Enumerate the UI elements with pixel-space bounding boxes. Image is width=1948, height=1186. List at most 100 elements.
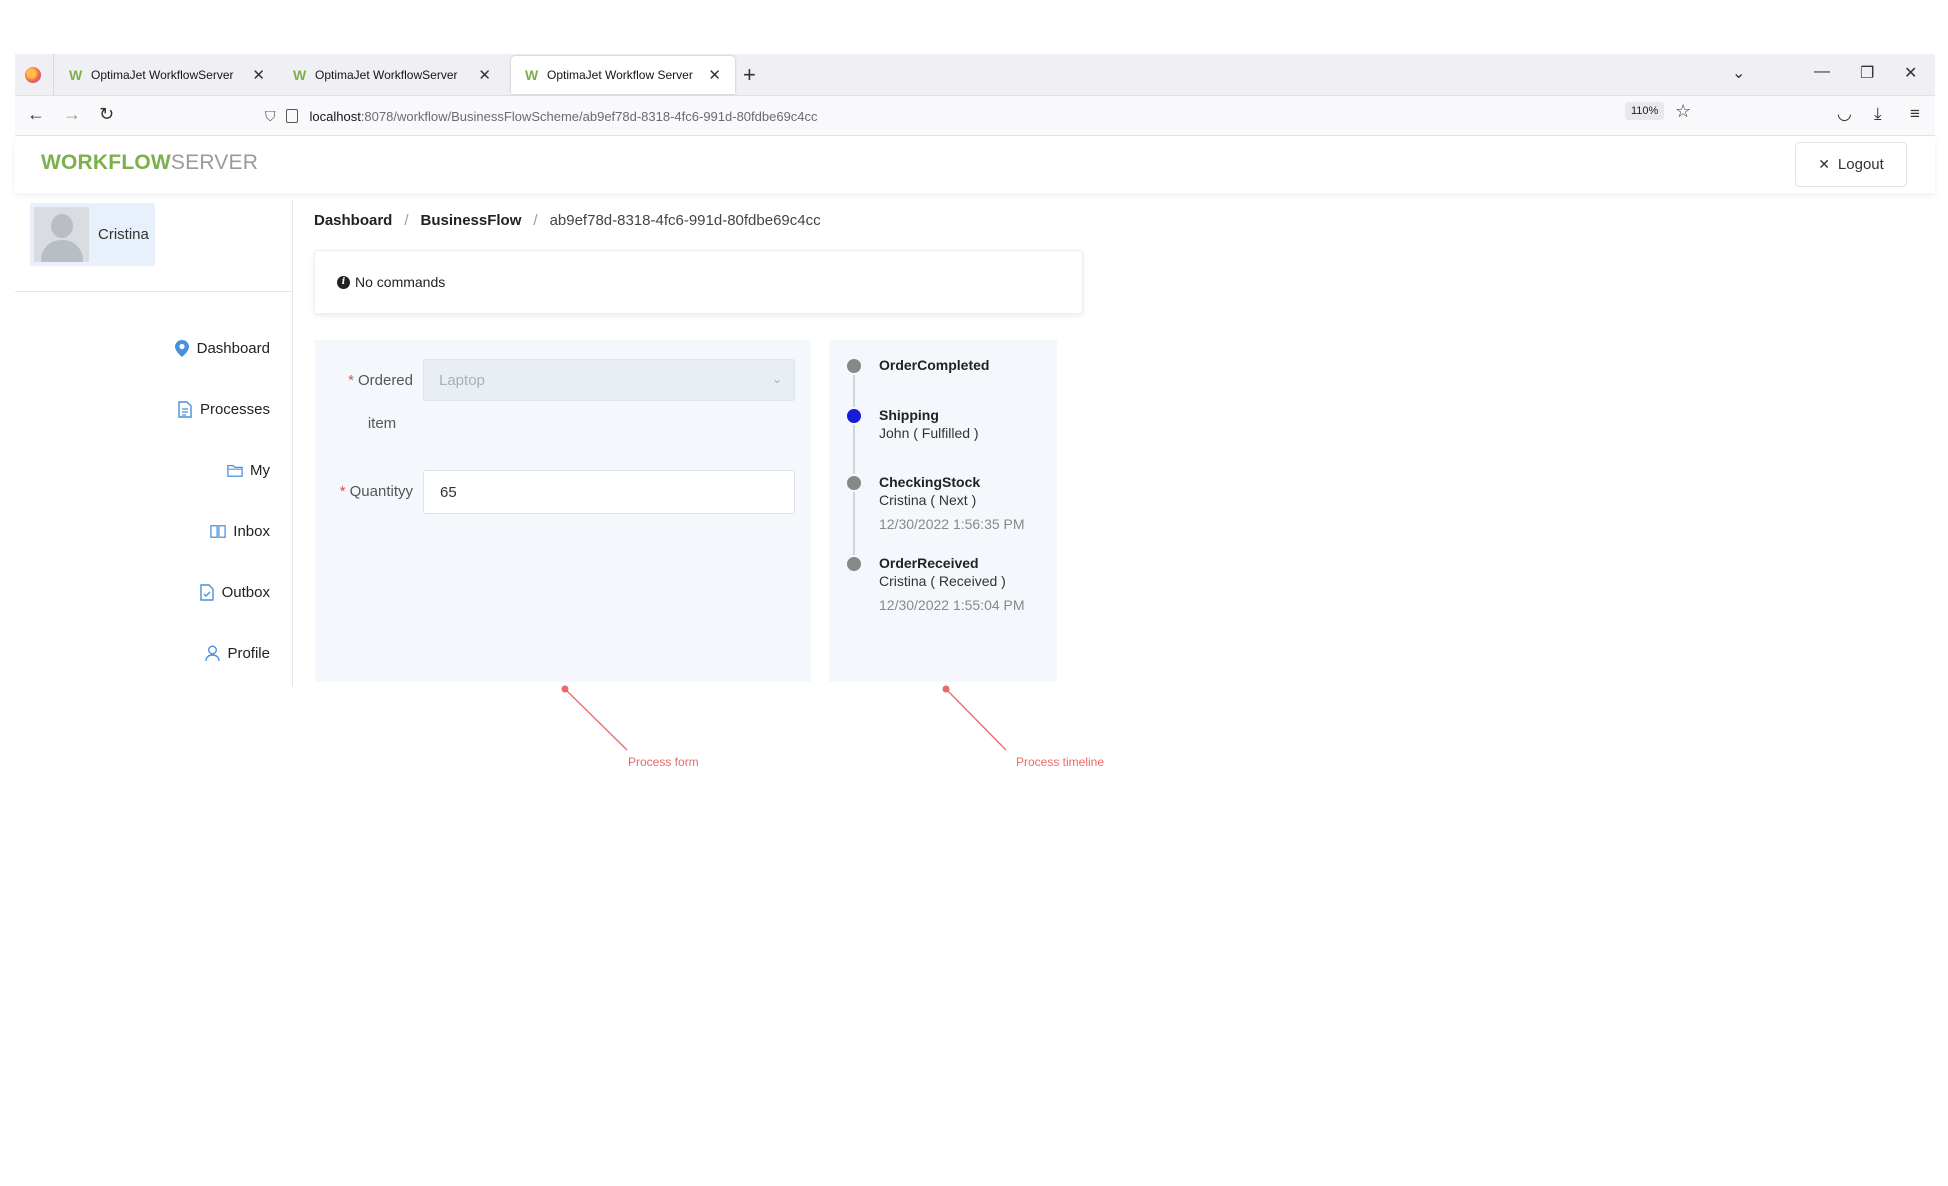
sidebar-item-processes[interactable]: Processes <box>177 400 270 418</box>
app-header: WORKFLOWSERVER ✕ Logout <box>15 137 1935 193</box>
tab-title: OptimaJet WorkflowServer <box>91 68 234 82</box>
timeline-actor: Cristina ( Next ) <box>879 492 977 508</box>
info-icon: i <box>337 275 350 289</box>
new-tab-icon[interactable]: + <box>743 62 756 88</box>
ordered-item-select[interactable]: Laptop ⌄ <box>423 359 795 401</box>
folder-icon <box>227 461 243 479</box>
timeline-title: OrderReceived <box>879 555 979 571</box>
timeline-actor: John ( Fulfilled ) <box>879 425 979 441</box>
logout-label: Logout <box>1837 156 1884 173</box>
process-timeline: OrderCompleted Shipping John ( Fulfilled… <box>829 340 1057 682</box>
url-bar[interactable]: ⛉ localhost:8078/workflow/BusinessFlowSc… <box>247 100 1707 132</box>
book-icon <box>210 522 227 540</box>
annotation-dot-form <box>561 685 569 693</box>
timeline-actor: Cristina ( Received ) <box>879 573 1006 589</box>
process-form: * Ordered item Laptop ⌄ * Quantityy 65 <box>315 340 811 682</box>
annotation-process-timeline: Process timeline <box>1016 755 1105 769</box>
tab-separator <box>53 54 54 96</box>
browser-tab-2[interactable]: W OptimaJet WorkflowServer ✕ <box>279 54 505 96</box>
bookmark-star-icon[interactable]: ☆ <box>1675 101 1691 122</box>
timeline-date: 12/30/2022 1:55:04 PM <box>879 597 1025 613</box>
quantity-value: 65 <box>440 483 457 501</box>
close-tab-icon[interactable]: ✕ <box>252 66 265 84</box>
sidebar-item-label: Processes <box>199 400 270 418</box>
timeline-dot-current <box>845 407 863 425</box>
url-text[interactable]: localhost:8078/workflow/BusinessFlowSche… <box>310 109 818 124</box>
tab-bar: W OptimaJet WorkflowServer ✕ W OptimaJet… <box>15 54 1935 96</box>
timeline-title: Shipping <box>879 407 939 423</box>
quantity-input[interactable]: 65 <box>423 470 795 514</box>
breadcrumb-businessflow[interactable]: BusinessFlow <box>421 212 522 229</box>
close-icon: ✕ <box>1818 156 1830 172</box>
browser-tab-1[interactable]: W OptimaJet WorkflowServer ✕ <box>55 54 279 96</box>
location-pin-icon <box>174 339 190 357</box>
sidebar-item-dashboard[interactable]: Dashboard <box>174 339 270 357</box>
forward-icon[interactable]: → <box>63 104 81 125</box>
sidebar-item-label: Inbox <box>233 522 270 540</box>
minimize-icon[interactable]: — <box>1814 63 1830 81</box>
timeline-title: OrderCompleted <box>879 357 990 373</box>
sidebar-item-label: Outbox <box>221 583 270 601</box>
sidebar-item-outbox[interactable]: Outbox <box>199 583 270 601</box>
restore-icon[interactable]: ❐ <box>1860 63 1874 83</box>
breadcrumb-separator: / <box>533 212 538 229</box>
user-card[interactable]: Cristina <box>30 203 155 266</box>
browser-tab-3-active[interactable]: W OptimaJet Workflow Server ✕ <box>511 56 735 94</box>
back-icon[interactable]: ← <box>27 104 45 125</box>
sidebar-item-profile[interactable]: Profile <box>204 644 270 662</box>
breadcrumb-separator: / <box>404 212 409 229</box>
timeline-date: 12/30/2022 1:56:35 PM <box>879 516 1025 532</box>
logout-button[interactable]: ✕ Logout <box>1795 142 1907 187</box>
navigation-bar: ← → ↻ ⛉ localhost:8078/workflow/Business… <box>15 96 1935 136</box>
reload-icon[interactable]: ↻ <box>99 104 114 125</box>
sidebar: Cristina Dashboard Processes My Inbox Ou… <box>15 200 293 686</box>
file-check-icon <box>199 583 215 601</box>
sidebar-item-label: My <box>250 461 270 479</box>
quantity-label: * Quantityy <box>339 483 413 500</box>
user-name: Cristina <box>98 226 149 243</box>
close-tab-icon[interactable]: ✕ <box>708 66 721 84</box>
workflow-favicon-icon: W <box>525 67 539 83</box>
annotation-dot-timeline <box>942 685 950 693</box>
no-commands-text: No commands <box>355 274 446 290</box>
breadcrumb-dashboard[interactable]: Dashboard <box>314 212 392 229</box>
list-all-tabs-icon[interactable]: ⌄ <box>1732 63 1745 83</box>
sidebar-item-label: Profile <box>227 644 270 662</box>
annotation-line-form <box>564 688 628 751</box>
sidebar-item-label: Dashboard <box>196 339 270 357</box>
ordered-item-label: * Ordered <box>348 372 413 389</box>
close-window-icon[interactable]: ✕ <box>1904 63 1917 83</box>
page-info-icon[interactable] <box>285 109 298 123</box>
menu-icon[interactable]: ≡ <box>1910 104 1920 124</box>
ordered-item-label-line2: item <box>367 415 397 432</box>
tracking-shield-icon[interactable]: ⛉ <box>265 108 276 125</box>
workflow-favicon-icon: W <box>69 67 83 83</box>
workflow-favicon-icon: W <box>293 67 307 83</box>
breadcrumb-current: ab9ef78d-8318-4fc6-991d-80fdbe69c4cc <box>549 212 821 229</box>
timeline-line <box>853 366 855 566</box>
browser-window: W OptimaJet WorkflowServer ✕ W OptimaJet… <box>15 54 1935 136</box>
workflow-server-logo[interactable]: WORKFLOWSERVER <box>41 151 258 175</box>
tab-title: OptimaJet Workflow Server <box>547 68 693 82</box>
pocket-icon[interactable]: ◡ <box>1837 104 1852 124</box>
document-icon <box>177 400 193 418</box>
tab-title: OptimaJet WorkflowServer <box>315 68 458 82</box>
sidebar-item-my[interactable]: My <box>227 461 270 479</box>
sidebar-divider <box>15 291 293 292</box>
commands-panel: i No commands <box>314 250 1083 314</box>
breadcrumb: Dashboard / BusinessFlow / ab9ef78d-8318… <box>314 212 821 229</box>
user-icon <box>204 644 220 662</box>
required-marker: * <box>339 483 346 500</box>
ordered-item-value: Laptop <box>439 371 485 389</box>
timeline-dot <box>845 474 863 492</box>
required-marker: * <box>348 372 354 389</box>
chevron-down-icon: ⌄ <box>771 372 782 386</box>
downloads-icon[interactable]: ⤓ <box>1874 104 1882 124</box>
timeline-dot <box>845 357 863 375</box>
sidebar-item-inbox[interactable]: Inbox <box>210 522 270 540</box>
firefox-icon[interactable] <box>25 67 41 83</box>
close-tab-icon[interactable]: ✕ <box>478 66 491 84</box>
annotation-line-timeline <box>945 688 1007 751</box>
timeline-title: CheckingStock <box>879 474 981 490</box>
zoom-level-badge[interactable]: 110% <box>1625 102 1665 120</box>
